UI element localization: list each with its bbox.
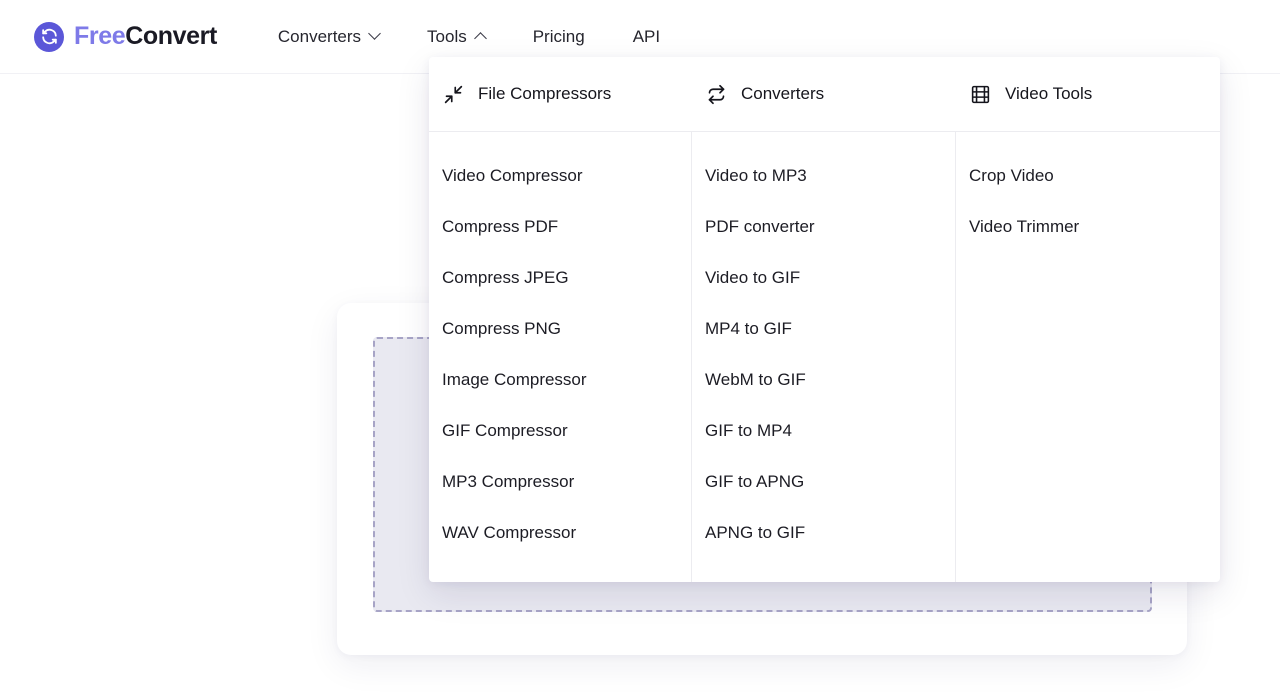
menu-item[interactable]: WebM to GIF bbox=[692, 354, 955, 405]
brand-wordmark: FreeConvert bbox=[74, 24, 217, 49]
menu-item[interactable]: Compress PNG bbox=[429, 303, 691, 354]
film-strip-icon bbox=[969, 83, 991, 105]
menu-item[interactable]: Crop Video bbox=[956, 150, 1220, 201]
nav-label-converters: Converters bbox=[277, 26, 362, 46]
nav-item-tools[interactable]: Tools bbox=[403, 17, 509, 57]
nav-label-pricing: Pricing bbox=[532, 26, 585, 46]
dropdown-category-headers: File Compressors Converters Video Tools bbox=[429, 57, 1220, 132]
menu-item[interactable]: GIF to MP4 bbox=[692, 405, 955, 456]
dropdown-header-file-compressors[interactable]: File Compressors bbox=[429, 57, 692, 131]
nav-label-tools: Tools bbox=[427, 26, 467, 46]
menu-item[interactable]: Compress JPEG bbox=[429, 252, 691, 303]
menu-item[interactable]: MP3 Compressor bbox=[429, 456, 691, 507]
refresh-circle-icon bbox=[34, 21, 64, 52]
menu-item[interactable]: Video Compressor bbox=[429, 150, 691, 201]
menu-item[interactable]: Compress PDF bbox=[429, 201, 691, 252]
dropdown-column-converters: Video to MP3 PDF converter Video to GIF … bbox=[692, 132, 956, 582]
menu-item[interactable]: PDF converter bbox=[692, 201, 955, 252]
menu-item[interactable]: Video to MP3 bbox=[692, 150, 955, 201]
chevron-up-icon bbox=[473, 32, 487, 45]
brand-word-convert: Convert bbox=[125, 22, 217, 50]
dropdown-columns: Video Compressor Compress PDF Compress J… bbox=[429, 132, 1220, 582]
dropdown-column-file-compressors: Video Compressor Compress PDF Compress J… bbox=[429, 132, 692, 582]
menu-item[interactable]: Video Trimmer bbox=[956, 201, 1220, 252]
menu-item[interactable]: MP4 to GIF bbox=[692, 303, 955, 354]
brand-logo[interactable]: FreeConvert bbox=[34, 21, 217, 52]
dropdown-header-converters[interactable]: Converters bbox=[692, 57, 956, 131]
menu-item[interactable]: GIF Compressor bbox=[429, 405, 691, 456]
convert-repeat-icon bbox=[705, 83, 727, 105]
dropdown-column-video-tools: Crop Video Video Trimmer bbox=[956, 132, 1220, 582]
dropdown-header-video-tools[interactable]: Video Tools bbox=[956, 57, 1220, 131]
menu-item[interactable]: APNG to GIF bbox=[692, 507, 955, 558]
nav-label-api: API bbox=[632, 26, 661, 46]
compress-arrows-icon bbox=[442, 83, 464, 105]
nav-item-api[interactable]: API bbox=[609, 17, 684, 57]
menu-item[interactable]: WAV Compressor bbox=[429, 507, 691, 558]
brand-word-free: Free bbox=[74, 22, 126, 50]
tools-dropdown-panel: File Compressors Converters Video Tools … bbox=[429, 57, 1220, 582]
menu-item[interactable]: Video to GIF bbox=[692, 252, 955, 303]
main-navigation: Converters Tools Pricing API bbox=[278, 17, 684, 57]
nav-item-converters[interactable]: Converters bbox=[278, 17, 403, 57]
nav-item-pricing[interactable]: Pricing bbox=[509, 17, 609, 57]
dropdown-header-label-2: Converters bbox=[741, 84, 825, 103]
chevron-down-icon bbox=[368, 27, 381, 40]
menu-item[interactable]: Image Compressor bbox=[429, 354, 691, 405]
dropdown-header-label-1: File Compressors bbox=[478, 84, 612, 103]
menu-item[interactable]: GIF to APNG bbox=[692, 456, 955, 507]
dropdown-header-label-3: Video Tools bbox=[1005, 84, 1093, 103]
